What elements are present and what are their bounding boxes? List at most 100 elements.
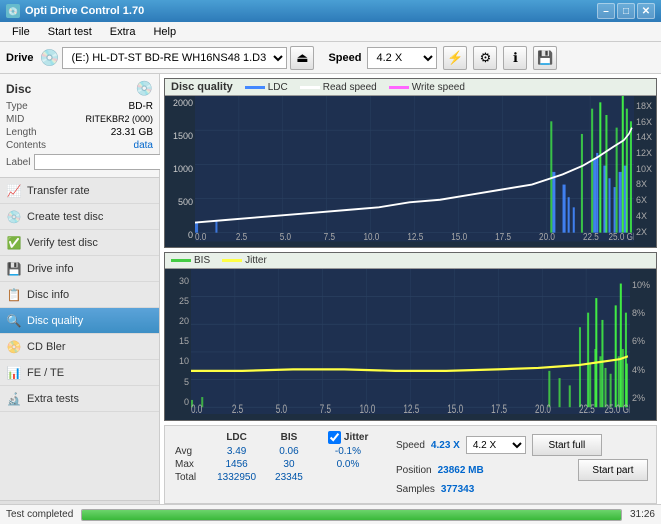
stats-panel: LDC BIS Jitter	[164, 425, 657, 504]
svg-text:0.0: 0.0	[195, 231, 206, 241]
chart1-svg-container: 2000 1500 1000 500 0	[165, 96, 656, 242]
menu-start-test[interactable]: Start test	[40, 24, 100, 40]
svg-text:5.0: 5.0	[280, 231, 291, 241]
drive-select[interactable]: (E:) HL-DT-ST BD-RE WH16NS48 1.D3	[62, 47, 287, 69]
sidebar-item-disc-quality[interactable]: 🔍 Disc quality	[0, 308, 159, 334]
sidebar-item-fe-te[interactable]: 📊 FE / TE	[0, 360, 159, 386]
ldc-color-swatch	[245, 86, 265, 89]
total-ldc: 1332950	[207, 471, 266, 484]
eject-button[interactable]: ⏏	[290, 46, 314, 70]
total-label: Total	[169, 471, 207, 484]
total-jitter	[312, 471, 384, 484]
jitter-checkbox[interactable]	[328, 431, 341, 444]
col-jitter-header: Jitter	[312, 430, 384, 445]
menu-extra[interactable]: Extra	[102, 24, 144, 40]
save-btn[interactable]: 💾	[533, 46, 557, 70]
col-bis-header: BIS	[266, 430, 312, 445]
samples-row: Samples 377343	[396, 484, 648, 495]
chart1-y-axis-right: 18X 16X 14X 12X 10X 8X 6X 4X 2X	[634, 96, 656, 242]
drive-label: Drive	[6, 52, 34, 64]
status-bar: Test completed 31:26	[0, 504, 661, 524]
svg-text:7.5: 7.5	[324, 231, 335, 241]
max-label: Max	[169, 458, 207, 471]
info-btn[interactable]: ℹ	[503, 46, 527, 70]
minimize-button[interactable]: –	[597, 3, 615, 19]
max-ldc: 1456	[207, 458, 266, 471]
svg-text:7.5: 7.5	[320, 403, 332, 414]
ldc-legend-label: LDC	[268, 82, 288, 93]
transfer-rate-icon: 📈	[6, 184, 22, 198]
label-text: Label	[6, 157, 30, 168]
sidebar-label-fe-te: FE / TE	[27, 367, 64, 379]
sidebar-item-transfer-rate[interactable]: 📈 Transfer rate	[0, 178, 159, 204]
sidebar: Disc 💿 Type BD-R MID RITEKBR2 (000) Leng…	[0, 74, 160, 524]
svg-text:25.0 GB: 25.0 GB	[608, 231, 634, 241]
sidebar-item-create-test-disc[interactable]: 💿 Create test disc	[0, 204, 159, 230]
stats-row-avg: Avg 3.49 0.06 -0.1%	[169, 445, 384, 458]
bis-jitter-chart: BIS Jitter 30 25 20 15 10	[164, 252, 657, 422]
speed-right-value: 4.23 X	[431, 440, 460, 451]
app-icon: 💿	[6, 4, 20, 18]
sidebar-item-disc-info[interactable]: 📋 Disc info	[0, 282, 159, 308]
max-jitter: 0.0%	[312, 458, 384, 471]
mid-value: RITEKBR2 (000)	[85, 114, 153, 125]
sidebar-label-create-test-disc: Create test disc	[27, 211, 103, 223]
menu-file[interactable]: File	[4, 24, 38, 40]
stats-right: Speed 4.23 X 4.2 X Start full Position 2…	[392, 430, 652, 499]
total-bis: 23345	[266, 471, 312, 484]
disc-panel: Disc 💿 Type BD-R MID RITEKBR2 (000) Leng…	[0, 74, 159, 178]
chart2-main: 0.0 2.5 5.0 7.5 10.0 12.5 15.0 17.5 20.0…	[191, 269, 630, 415]
svg-text:17.5: 17.5	[491, 403, 507, 414]
app-title: Opti Drive Control 1.70	[25, 5, 144, 17]
disc-title: Disc	[6, 82, 31, 96]
start-full-button[interactable]: Start full	[532, 434, 602, 456]
chart2-header: BIS Jitter	[165, 253, 656, 269]
label-input[interactable]	[34, 154, 172, 170]
svg-text:20.0: 20.0	[539, 231, 555, 241]
status-time: 31:26	[630, 509, 655, 520]
start-part-button[interactable]: Start part	[578, 459, 648, 481]
contents-value: data	[134, 140, 153, 151]
menu-help[interactable]: Help	[145, 24, 184, 40]
chart1-legend-ldc: LDC	[245, 82, 288, 93]
sidebar-item-extra-tests[interactable]: 🔬 Extra tests	[0, 386, 159, 412]
settings-btn[interactable]: ⚙	[473, 46, 497, 70]
sidebar-item-verify-test-disc[interactable]: ✅ Verify test disc	[0, 230, 159, 256]
jitter-header-label: Jitter	[344, 432, 368, 443]
sidebar-label-disc-quality: Disc quality	[27, 315, 83, 327]
speed-select[interactable]: 4.2 X	[367, 47, 437, 69]
svg-text:12.5: 12.5	[407, 231, 423, 241]
type-value: BD-R	[129, 101, 153, 112]
chart1-header: Disc quality LDC Read speed Write speed	[165, 79, 656, 96]
chart1-legend-read: Read speed	[300, 82, 377, 93]
stats-row-max: Max 1456 30 0.0%	[169, 458, 384, 471]
disc-quality-icon: 🔍	[6, 314, 22, 328]
sidebar-label-verify-test-disc: Verify test disc	[27, 237, 98, 249]
svg-text:12.5: 12.5	[403, 403, 419, 414]
speed-label: Speed	[328, 52, 361, 64]
sidebar-item-cd-bler[interactable]: 📀 CD Bler	[0, 334, 159, 360]
sidebar-item-drive-info[interactable]: 💾 Drive info	[0, 256, 159, 282]
chart2-legend-jitter: Jitter	[222, 255, 267, 266]
sidebar-label-disc-info: Disc info	[27, 289, 69, 301]
svg-text:22.5: 22.5	[583, 231, 599, 241]
chart2-y-axis-right: 10% 8% 6% 4% 2%	[630, 269, 656, 415]
maximize-button[interactable]: □	[617, 3, 635, 19]
max-bis: 30	[266, 458, 312, 471]
title-bar: 💿 Opti Drive Control 1.70 – □ ✕	[0, 0, 661, 22]
type-label: Type	[6, 101, 28, 112]
write-speed-color-swatch	[389, 86, 409, 89]
avg-jitter: -0.1%	[312, 445, 384, 458]
speed-icon-btn[interactable]: ⚡	[443, 46, 467, 70]
speed-right-select[interactable]: 4.2 X	[466, 436, 526, 454]
svg-text:10.0: 10.0	[363, 231, 379, 241]
speed-row: Speed 4.23 X 4.2 X Start full	[396, 434, 648, 456]
position-label: Position	[396, 465, 432, 476]
avg-bis: 0.06	[266, 445, 312, 458]
close-button[interactable]: ✕	[637, 3, 655, 19]
menu-bar: File Start test Extra Help	[0, 22, 661, 42]
chart1-title: Disc quality	[171, 81, 233, 93]
svg-text:15.0: 15.0	[451, 231, 467, 241]
chart1-svg: 0.0 2.5 5.0 7.5 10.0 12.5 15.0 17.5 20.0…	[195, 96, 634, 242]
chart2-svg: 0.0 2.5 5.0 7.5 10.0 12.5 15.0 17.5 20.0…	[191, 269, 630, 415]
